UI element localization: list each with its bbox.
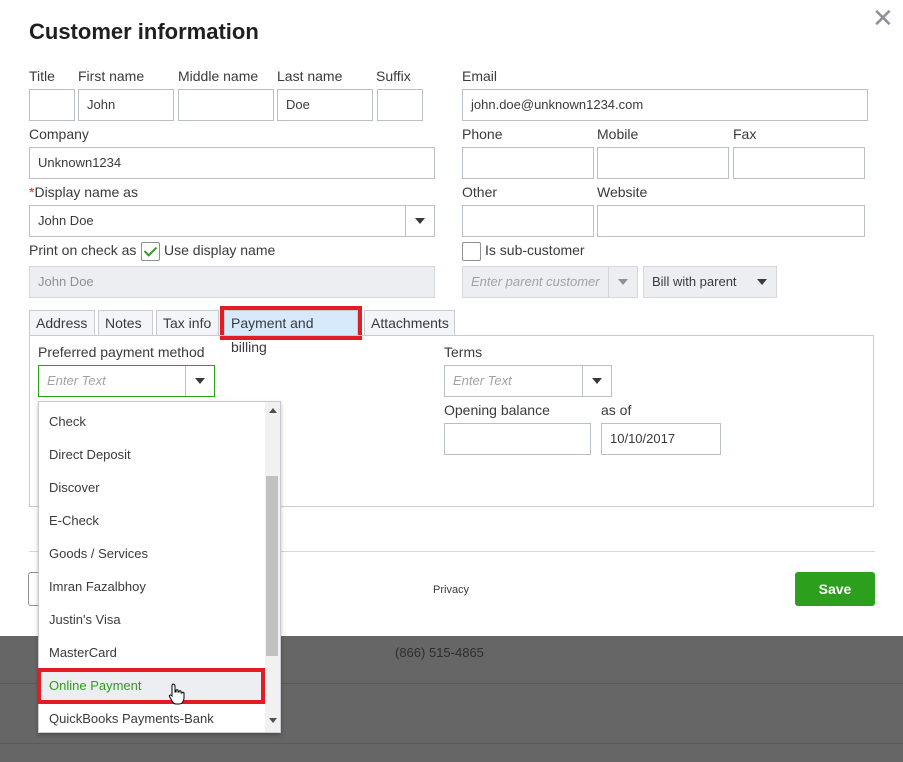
fax-label: Fax (733, 126, 757, 142)
display-name-label: *Display name as (29, 184, 138, 200)
dropdown-option-imran-fazalbhoy[interactable]: Imran Fazalbhoy (39, 570, 265, 603)
sub-customer-checkbox[interactable] (462, 242, 481, 261)
last-name-label: Last name (277, 68, 343, 84)
suffix-input[interactable] (377, 89, 423, 121)
close-icon[interactable]: ✕ (872, 5, 894, 31)
print-on-check-label: Print on check as (29, 242, 137, 258)
dropdown-option-check[interactable]: Check (39, 405, 265, 438)
phone-label: Phone (462, 126, 503, 142)
print-on-check-input: John Doe (29, 266, 435, 298)
privacy-link[interactable]: Privacy (433, 584, 469, 596)
phone-input[interactable] (462, 147, 594, 179)
display-name-select[interactable]: John Doe (29, 205, 435, 237)
tab-address[interactable]: Address (29, 310, 95, 335)
tab-attachments[interactable]: Attachments (364, 310, 455, 335)
chevron-down-icon (757, 279, 767, 285)
first-name-input[interactable]: John (78, 89, 174, 121)
middle-name-label: Middle name (178, 68, 259, 84)
scroll-up-arrow-icon[interactable] (269, 408, 277, 413)
display-name-label-text: Display name as (34, 184, 138, 200)
suffix-label: Suffix (376, 68, 411, 84)
terms-dropdown-button[interactable] (582, 366, 611, 396)
email-input[interactable]: john.doe@unknown1234.com (462, 89, 868, 121)
opening-balance-input[interactable] (444, 423, 591, 455)
last-name-input[interactable]: Doe (277, 89, 373, 121)
save-button[interactable]: Save (795, 572, 875, 606)
website-label: Website (597, 184, 648, 200)
dropdown-option-direct-deposit[interactable]: Direct Deposit (39, 438, 265, 471)
company-label: Company (29, 126, 89, 142)
bill-with-parent-dropdown-button (748, 267, 776, 297)
chevron-down-icon (592, 378, 602, 384)
chevron-down-icon (618, 279, 628, 285)
chevron-down-icon (415, 218, 425, 224)
preferred-payment-method-select[interactable]: Enter Text (38, 365, 215, 397)
terms-select[interactable]: Enter Text (444, 365, 612, 397)
dropdown-option-goods-services[interactable]: Goods / Services (39, 537, 265, 570)
tab-tax-info[interactable]: Tax info (156, 310, 219, 335)
option-highlight-box (37, 668, 265, 704)
as-of-date-input[interactable]: 10/10/2017 (601, 423, 721, 455)
terms-label: Terms (444, 344, 483, 360)
use-display-name-label: Use display name (164, 242, 276, 258)
dropdown-option-discover[interactable]: Discover (39, 471, 265, 504)
company-input[interactable]: Unknown1234 (29, 147, 435, 179)
sub-customer-label: Is sub-customer (485, 242, 585, 258)
middle-name-input[interactable] (178, 89, 274, 121)
website-input[interactable] (597, 205, 865, 237)
title-label: Title (29, 68, 55, 84)
mobile-label: Mobile (597, 126, 639, 142)
display-name-value: John Doe (38, 213, 94, 228)
email-label: Email (462, 68, 498, 84)
dropdown-option-justins-visa[interactable]: Justin's Visa (39, 603, 265, 636)
use-display-name-checkbox[interactable] (141, 242, 160, 261)
display-name-dropdown-button[interactable] (405, 206, 434, 236)
background-divider-lower (0, 743, 903, 744)
terms-placeholder: Enter Text (453, 373, 512, 388)
first-name-label: First name (78, 68, 145, 84)
title-input[interactable] (29, 89, 75, 121)
hand-cursor-icon (168, 683, 185, 705)
dropdown-option-quickbooks-payments-bank[interactable]: QuickBooks Payments-Bank (39, 702, 265, 732)
chevron-down-icon (195, 378, 205, 384)
opening-balance-label: Opening balance (444, 402, 550, 418)
payment-method-placeholder: Enter Text (47, 373, 106, 388)
bill-with-parent-value: Bill with parent (652, 274, 737, 289)
scroll-down-arrow-icon[interactable] (269, 718, 277, 723)
parent-customer-dropdown-button (608, 267, 637, 297)
bill-with-parent-select: Bill with parent (643, 266, 777, 298)
payment-method-dropdown-button[interactable] (185, 366, 214, 396)
dropdown-option-e-check[interactable]: E-Check (39, 504, 265, 537)
preferred-payment-method-label: Preferred payment method (38, 344, 205, 360)
parent-customer-select: Enter parent customer (462, 266, 638, 298)
background-phone-number: (866) 515-4865 (395, 645, 484, 660)
dropdown-option-mastercard[interactable]: MasterCard (39, 636, 265, 669)
as-of-label: as of (601, 402, 632, 418)
mobile-input[interactable] (597, 147, 729, 179)
other-label: Other (462, 184, 498, 200)
parent-customer-placeholder: Enter parent customer (471, 274, 600, 289)
tab-notes[interactable]: Notes (98, 310, 153, 335)
fax-input[interactable] (733, 147, 865, 179)
dropdown-scrollbar-thumb[interactable] (266, 476, 278, 656)
dialog-title: Customer information (29, 19, 259, 44)
checkmark-icon (143, 243, 158, 257)
other-input[interactable] (462, 205, 594, 237)
